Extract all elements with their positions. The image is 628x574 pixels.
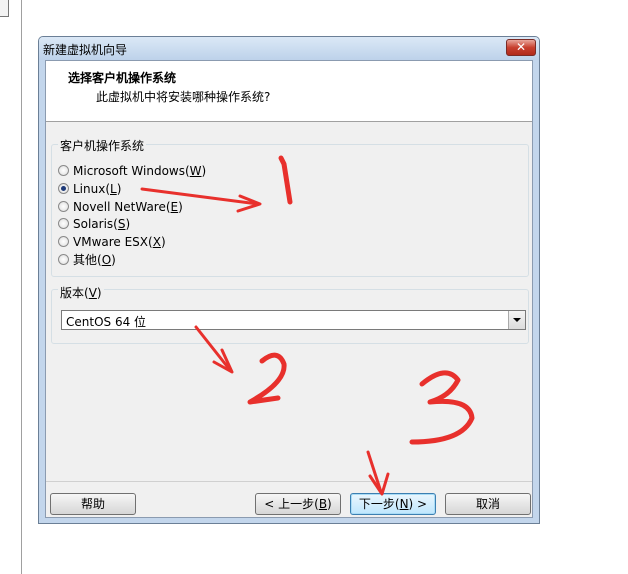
help-button[interactable]: 帮助 <box>50 493 136 515</box>
cancel-button[interactable]: 取消 <box>445 493 531 515</box>
radio-button[interactable] <box>58 165 69 176</box>
radio-option-vmware-esx[interactable]: VMware ESX(X) <box>58 233 166 250</box>
radio-label: 其他(O) <box>73 253 116 267</box>
radio-button[interactable] <box>58 236 69 247</box>
radio-label: Novell NetWare(E) <box>73 199 183 214</box>
radio-option-other[interactable]: 其他(O) <box>58 251 116 268</box>
title-bar[interactable]: 新建虚拟机向导 ✕ <box>39 37 539 60</box>
window-title: 新建虚拟机向导 <box>43 43 128 57</box>
radio-option-windows[interactable]: Microsoft Windows(W) <box>58 162 206 179</box>
dialog-body: 选择客户机操作系统 此虚拟机中将安装哪种操作系统? 客户机操作系统 Micros… <box>45 60 533 518</box>
dropdown-button[interactable] <box>508 311 525 329</box>
radio-button[interactable] <box>58 254 69 265</box>
back-button[interactable]: < 上一步(B) <box>255 493 341 515</box>
close-button[interactable]: ✕ <box>506 39 536 56</box>
radio-label: Microsoft Windows(W) <box>73 163 207 178</box>
radio-option-netware[interactable]: Novell NetWare(E) <box>58 198 183 215</box>
page-heading: 选择客户机操作系统 <box>68 71 177 85</box>
version-dropdown[interactable]: CentOS 64 位 <box>61 310 526 330</box>
radio-option-linux[interactable]: Linux(L) <box>58 180 121 197</box>
guest-os-group-title: 客户机操作系统 <box>58 137 147 154</box>
radio-option-solaris[interactable]: Solaris(S) <box>58 215 130 232</box>
next-button[interactable]: 下一步(N) > <box>350 493 436 515</box>
radio-button[interactable] <box>58 218 69 229</box>
radio-label: Linux(L) <box>73 181 122 196</box>
background-window-edge <box>0 0 22 574</box>
radio-label: VMware ESX(X) <box>73 234 166 249</box>
radio-button-checked[interactable] <box>58 183 69 194</box>
version-group-title: 版本(V) <box>58 284 104 301</box>
chevron-down-icon <box>513 318 521 322</box>
page-subheading: 此虚拟机中将安装哪种操作系统? <box>96 90 271 104</box>
version-selected-value: CentOS 64 位 <box>66 315 147 329</box>
background-window-corner <box>0 0 9 17</box>
footer-separator <box>46 481 532 482</box>
radio-button[interactable] <box>58 201 69 212</box>
wizard-header: 选择客户机操作系统 此虚拟机中将安装哪种操作系统? <box>46 61 532 122</box>
new-vm-wizard-dialog: 新建虚拟机向导 ✕ 选择客户机操作系统 此虚拟机中将安装哪种操作系统? 客户机操… <box>38 36 540 524</box>
radio-label: Solaris(S) <box>73 216 131 231</box>
